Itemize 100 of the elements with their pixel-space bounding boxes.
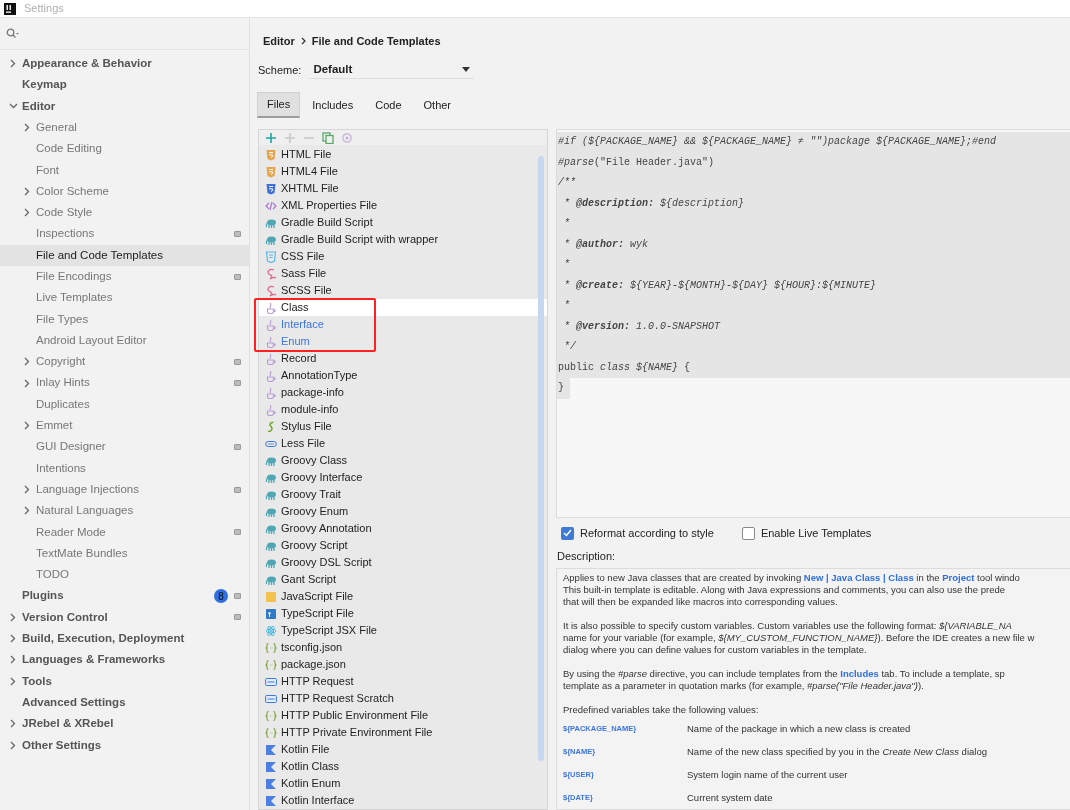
template-item[interactable]: XHTML File [259, 180, 547, 197]
sidebar-item[interactable]: Appearance & Behavior [0, 53, 249, 75]
template-item[interactable]: HTML File [259, 146, 547, 163]
template-item[interactable]: Groovy Trait [259, 486, 547, 503]
sidebar-item[interactable]: Version Control [0, 606, 249, 628]
sidebar-item[interactable]: Advanced Settings [0, 691, 249, 714]
template-item[interactable]: module-info [259, 401, 547, 418]
template-item[interactable]: Groovy Script [259, 537, 547, 554]
tab[interactable]: Files [257, 92, 301, 118]
template-item[interactable]: Groovy Interface [259, 469, 547, 486]
sidebar-item[interactable]: TODO [0, 564, 249, 586]
sidebar-item[interactable]: Emmet [0, 415, 249, 437]
template-item[interactable]: CSS File [259, 248, 547, 265]
scheme-dropdown[interactable]: Default [309, 61, 475, 79]
sidebar-item[interactable]: TextMate Bundles [0, 542, 249, 565]
tab[interactable]: Code [365, 92, 412, 118]
checkbox-label[interactable]: Enable Live Templates [760, 524, 872, 542]
sidebar-item[interactable]: Natural Languages [0, 500, 249, 522]
sidebar-item[interactable]: Inlay Hints [0, 372, 249, 394]
sidebar-item[interactable]: Languages & Frameworks [0, 649, 249, 671]
breadcrumb-item[interactable]: Editor [263, 32, 295, 50]
sidebar-item[interactable]: JRebel & XRebel [0, 713, 249, 735]
chevron-right-icon[interactable] [24, 378, 30, 388]
template-item[interactable]: Kotlin Class [259, 758, 547, 775]
sidebar-item[interactable]: Reader Mode [0, 521, 249, 543]
template-item[interactable]: package.json [259, 656, 547, 673]
chevron-right-icon[interactable] [10, 612, 16, 622]
sidebar-item[interactable]: Color Scheme [0, 180, 249, 203]
checkbox-label[interactable]: Reformat according to style [580, 524, 714, 542]
template-item[interactable]: Gradle Build Script with wrapper [259, 231, 547, 248]
sidebar-item[interactable]: Code Style [0, 202, 249, 224]
template-item[interactable]: Groovy Enum [259, 503, 547, 520]
sidebar-item[interactable]: Intentions [0, 457, 249, 479]
search-icon[interactable] [6, 28, 20, 39]
checkbox[interactable] [741, 526, 755, 540]
chevron-right-icon[interactable] [24, 506, 30, 516]
sidebar-item[interactable]: File and Code Templates [0, 244, 249, 266]
template-item[interactable]: HTML4 File [259, 163, 547, 180]
chevron-right-icon[interactable] [10, 59, 16, 69]
template-item[interactable]: SCSS File [259, 282, 547, 299]
template-item[interactable]: JavaScript File [259, 588, 547, 605]
sidebar-item[interactable]: File Encodings [0, 265, 249, 288]
template-item[interactable]: XML Properties File [259, 197, 547, 214]
chevron-right-icon[interactable] [24, 123, 30, 133]
template-item[interactable]: Groovy Class [259, 452, 547, 469]
template-item[interactable]: Gradle Build Script [259, 214, 547, 231]
template-item[interactable]: Interface [259, 316, 547, 333]
template-item[interactable]: HTTP Private Environment File [259, 724, 547, 741]
chevron-right-icon[interactable] [24, 208, 30, 218]
chevron-right-icon[interactable] [10, 655, 16, 665]
sidebar-item[interactable]: Editor [0, 95, 249, 117]
template-item[interactable]: Groovy DSL Script [259, 554, 547, 571]
sidebar-item[interactable]: Keymap [0, 74, 249, 96]
sidebar-item[interactable]: GUI Designer [0, 436, 249, 458]
chevron-right-icon[interactable] [24, 186, 30, 196]
template-item[interactable]: Enum [259, 333, 547, 350]
template-item[interactable]: Gant Script [259, 571, 547, 588]
link[interactable]: Includes [840, 667, 879, 679]
tab[interactable]: Other [413, 92, 462, 118]
template-item[interactable]: tsconfig.json [259, 639, 547, 656]
sidebar-item[interactable]: Android Layout Editor [0, 329, 249, 352]
sidebar-item[interactable]: General [0, 116, 249, 139]
breadcrumb-item[interactable]: File and Code Templates [311, 32, 441, 50]
sidebar-item[interactable]: Live Templates [0, 287, 249, 309]
template-item[interactable]: HTTP Request Scratch [259, 690, 547, 707]
template-item[interactable]: TypeScript JSX File [259, 622, 547, 639]
chevron-right-icon[interactable] [10, 740, 16, 750]
link[interactable]: Project [942, 571, 975, 583]
sidebar-item[interactable]: Font [0, 159, 249, 181]
sidebar-item[interactable]: Other Settings [0, 734, 249, 756]
template-item[interactable]: Less File [259, 435, 547, 452]
chevron-right-icon[interactable] [24, 357, 30, 367]
copy-icon[interactable] [322, 131, 334, 144]
tab[interactable]: Includes [302, 92, 364, 118]
chevron-right-icon[interactable] [24, 485, 30, 495]
sidebar-item[interactable]: Duplicates [0, 393, 249, 416]
chevron-right-icon[interactable] [24, 421, 30, 431]
template-item[interactable]: Stylus File [259, 418, 547, 435]
checkbox[interactable] [561, 526, 574, 540]
template-item[interactable]: HTTP Public Environment File [259, 707, 547, 724]
sidebar-item[interactable]: File Types [0, 308, 249, 330]
template-item[interactable]: AnnotationType [259, 367, 547, 384]
sidebar-item[interactable]: Code Editing [0, 138, 249, 160]
chevron-right-icon[interactable] [10, 719, 16, 729]
template-item[interactable]: Record [259, 350, 547, 367]
chevron-down-icon[interactable] [8, 103, 18, 110]
scrollbar-thumb[interactable] [538, 156, 544, 761]
template-item[interactable]: Groovy Annotation [259, 520, 547, 537]
template-item[interactable]: Class [259, 299, 547, 316]
sidebar-item[interactable]: Build, Execution, Deployment [0, 628, 249, 650]
template-item[interactable]: HTTP Request [259, 673, 547, 690]
chevron-right-icon[interactable] [10, 676, 16, 686]
template-item[interactable]: Kotlin File [259, 741, 547, 758]
sidebar-item[interactable]: Copyright [0, 351, 249, 373]
template-item[interactable]: package-info [259, 384, 547, 401]
template-item[interactable]: TypeScript File [259, 605, 547, 622]
template-item[interactable]: Kotlin Enum [259, 775, 547, 792]
sidebar-item[interactable]: Inspections [0, 223, 249, 245]
sidebar-item[interactable]: Tools [0, 670, 249, 692]
chevron-right-icon[interactable] [10, 634, 16, 644]
